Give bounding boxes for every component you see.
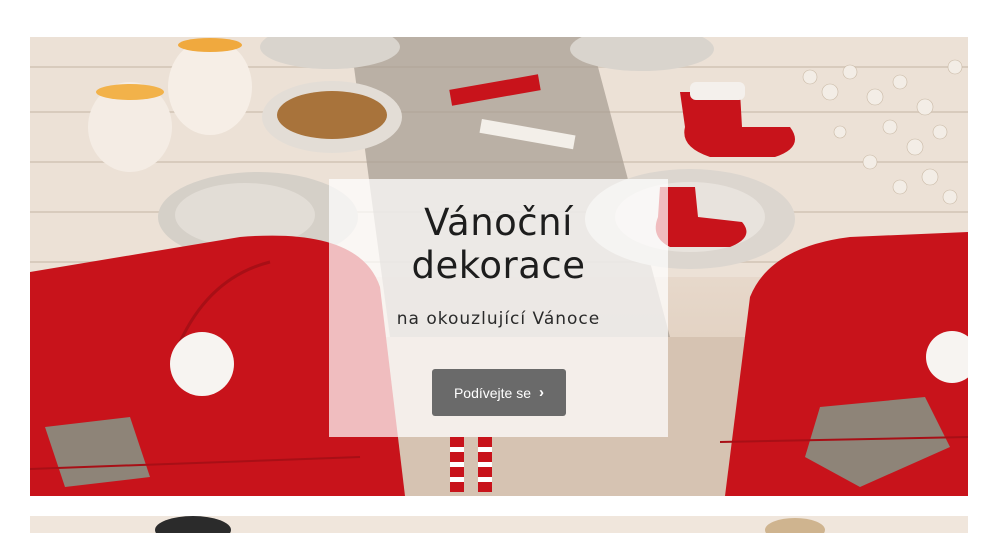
view-more-button[interactable]: Podívejte se › [432, 369, 566, 416]
view-more-button-label: Podívejte se [453, 384, 532, 401]
promo-title-line1: Vánoční [424, 201, 573, 244]
promo-title: Vánoční dekorace [329, 201, 668, 287]
promo-card: Vánoční dekorace na okouzlující Vánoce P… [329, 179, 668, 437]
chevron-right-icon: › [539, 384, 545, 401]
page: Vánoční dekorace na okouzlující Vánoce P… [0, 0, 997, 533]
next-banner[interactable] [30, 516, 968, 533]
promo-subtitle: na okouzlující Vánoce [396, 309, 601, 329]
promo-title-line2: dekorace [411, 244, 586, 287]
next-banner-image [155, 516, 825, 533]
